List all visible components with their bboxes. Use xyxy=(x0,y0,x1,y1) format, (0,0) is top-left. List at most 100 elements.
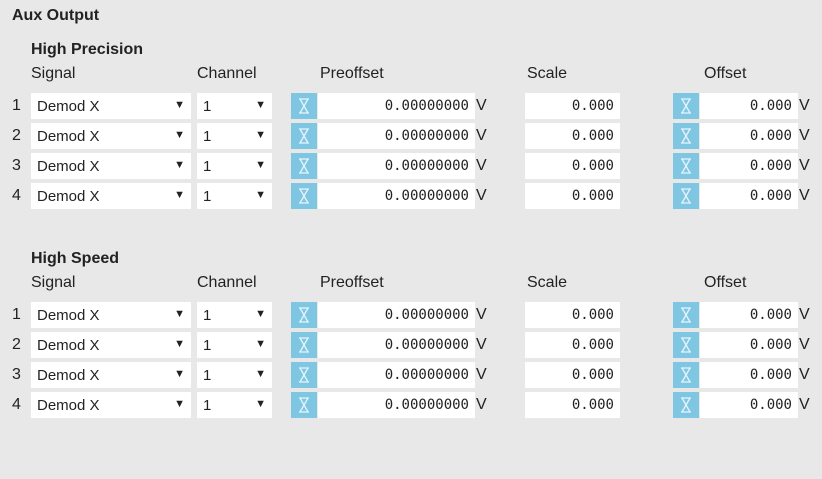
row-index: 1 xyxy=(12,306,21,323)
chevron-down-icon: ▼ xyxy=(255,368,266,380)
channel-select[interactable]: 1 ▼ xyxy=(197,153,272,179)
section-title: High Precision xyxy=(31,41,144,58)
channel-value: 1 xyxy=(203,158,212,175)
signal-select[interactable]: Demod X ▼ xyxy=(31,183,191,209)
offset-field[interactable]: 0.000 xyxy=(700,93,798,119)
signal-select[interactable]: Demod X ▼ xyxy=(31,332,191,358)
preoffset-field[interactable]: 0.00000000 xyxy=(318,123,475,149)
preoffset-unit: V xyxy=(476,396,487,413)
offset-auto-button[interactable] xyxy=(673,362,699,388)
preoffset-unit: V xyxy=(476,157,487,174)
channel-select[interactable]: 1 ▼ xyxy=(197,362,272,388)
signal-select[interactable]: Demod X ▼ xyxy=(31,153,191,179)
offset-value: 0.000 xyxy=(749,98,792,114)
preoffset-auto-button[interactable] xyxy=(291,93,317,119)
offset-value: 0.000 xyxy=(749,397,792,413)
scale-value: 0.000 xyxy=(571,98,614,114)
scale-field[interactable]: 0.000 xyxy=(525,362,620,388)
signal-value: Demod X xyxy=(37,367,100,384)
channel-select[interactable]: 1 ▼ xyxy=(197,332,272,358)
scale-field[interactable]: 0.000 xyxy=(525,332,620,358)
offset-auto-button[interactable] xyxy=(673,332,699,358)
offset-field[interactable]: 0.000 xyxy=(700,362,798,388)
hourglass-icon xyxy=(299,188,309,204)
output-row: 3 Demod X ▼ 1 ▼ 0.00000000 V 0.000 0.000 V xyxy=(0,153,822,179)
row-index: 2 xyxy=(12,336,21,353)
scale-value: 0.000 xyxy=(571,397,614,413)
channel-select[interactable]: 1 ▼ xyxy=(197,123,272,149)
signal-value: Demod X xyxy=(37,158,100,175)
chevron-down-icon: ▼ xyxy=(255,129,266,141)
channel-select[interactable]: 1 ▼ xyxy=(197,93,272,119)
channel-value: 1 xyxy=(203,188,212,205)
offset-auto-button[interactable] xyxy=(673,392,699,418)
preoffset-auto-button[interactable] xyxy=(291,392,317,418)
offset-field[interactable]: 0.000 xyxy=(700,332,798,358)
preoffset-unit: V xyxy=(476,366,487,383)
signal-select[interactable]: Demod X ▼ xyxy=(31,93,191,119)
offset-auto-button[interactable] xyxy=(673,123,699,149)
offset-field[interactable]: 0.000 xyxy=(700,153,798,179)
row-index: 3 xyxy=(12,157,21,174)
hourglass-icon xyxy=(299,307,309,323)
offset-field[interactable]: 0.000 xyxy=(700,183,798,209)
hourglass-icon xyxy=(681,188,691,204)
signal-value: Demod X xyxy=(37,188,100,205)
hourglass-icon xyxy=(681,367,691,383)
preoffset-field[interactable]: 0.00000000 xyxy=(318,392,475,418)
preoffset-field[interactable]: 0.00000000 xyxy=(318,302,475,328)
offset-field[interactable]: 0.000 xyxy=(700,302,798,328)
preoffset-field[interactable]: 0.00000000 xyxy=(318,332,475,358)
preoffset-auto-button[interactable] xyxy=(291,302,317,328)
offset-value: 0.000 xyxy=(749,128,792,144)
scale-value: 0.000 xyxy=(571,367,614,383)
preoffset-auto-button[interactable] xyxy=(291,123,317,149)
hourglass-icon xyxy=(681,337,691,353)
preoffset-auto-button[interactable] xyxy=(291,153,317,179)
channel-select[interactable]: 1 ▼ xyxy=(197,302,272,328)
channel-select[interactable]: 1 ▼ xyxy=(197,392,272,418)
signal-select[interactable]: Demod X ▼ xyxy=(31,362,191,388)
preoffset-field[interactable]: 0.00000000 xyxy=(318,93,475,119)
signal-select[interactable]: Demod X ▼ xyxy=(31,123,191,149)
scale-field[interactable]: 0.000 xyxy=(525,392,620,418)
hourglass-icon xyxy=(299,128,309,144)
scale-field[interactable]: 0.000 xyxy=(525,183,620,209)
offset-auto-button[interactable] xyxy=(673,183,699,209)
chevron-down-icon: ▼ xyxy=(174,129,185,141)
signal-select[interactable]: Demod X ▼ xyxy=(31,392,191,418)
offset-auto-button[interactable] xyxy=(673,93,699,119)
preoffset-auto-button[interactable] xyxy=(291,362,317,388)
offset-field[interactable]: 0.000 xyxy=(700,123,798,149)
offset-field[interactable]: 0.000 xyxy=(700,392,798,418)
preoffset-auto-button[interactable] xyxy=(291,183,317,209)
preoffset-value: 0.00000000 xyxy=(384,128,469,144)
output-row: 2 Demod X ▼ 1 ▼ 0.00000000 V 0.000 0.000 V xyxy=(0,332,822,358)
preoffset-field[interactable]: 0.00000000 xyxy=(318,183,475,209)
column-header-channel: Channel xyxy=(197,274,257,291)
preoffset-field[interactable]: 0.00000000 xyxy=(318,362,475,388)
scale-field[interactable]: 0.000 xyxy=(525,153,620,179)
preoffset-auto-button[interactable] xyxy=(291,332,317,358)
scale-field[interactable]: 0.000 xyxy=(525,123,620,149)
hourglass-icon xyxy=(299,337,309,353)
offset-value: 0.000 xyxy=(749,367,792,383)
output-row: 1 Demod X ▼ 1 ▼ 0.00000000 V 0.000 0.000 V xyxy=(0,302,822,328)
signal-value: Demod X xyxy=(37,128,100,145)
scale-field[interactable]: 0.000 xyxy=(525,93,620,119)
signal-select[interactable]: Demod X ▼ xyxy=(31,302,191,328)
row-index: 2 xyxy=(12,127,21,144)
row-index: 1 xyxy=(12,97,21,114)
channel-select[interactable]: 1 ▼ xyxy=(197,183,272,209)
preoffset-unit: V xyxy=(476,336,487,353)
row-index: 3 xyxy=(12,366,21,383)
scale-value: 0.000 xyxy=(571,337,614,353)
scale-field[interactable]: 0.000 xyxy=(525,302,620,328)
chevron-down-icon: ▼ xyxy=(174,398,185,410)
section-high-speed: High Speed Signal Channel Preoffset Scale Off… xyxy=(0,250,822,460)
offset-unit: V xyxy=(799,396,810,413)
offset-auto-button[interactable] xyxy=(673,302,699,328)
column-header-scale: Scale xyxy=(527,274,568,291)
offset-auto-button[interactable] xyxy=(673,153,699,179)
preoffset-field[interactable]: 0.00000000 xyxy=(318,153,475,179)
